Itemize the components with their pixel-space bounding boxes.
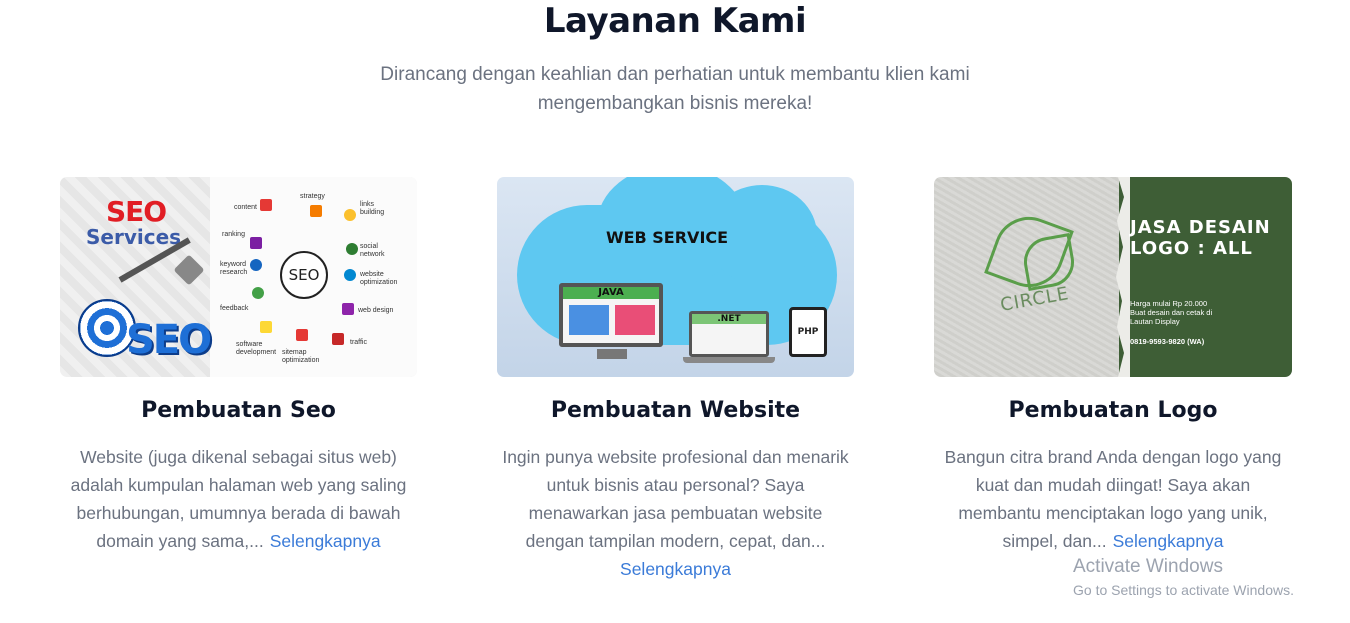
card-description: Bangun citra brand Anda dengan logo yang… [934,443,1292,555]
card-description-text: Ingin punya website profesional dan mena… [502,447,849,551]
seo-node-label: links building [360,201,385,216]
read-more-link[interactable]: Selengkapnya [270,531,381,551]
gear-icon [344,269,356,281]
section-title: Layanan Kami [543,1,807,41]
seo-node-label: traffic [350,339,367,346]
read-more-link[interactable]: Selengkapnya [620,559,731,579]
strategy-icon [310,205,322,217]
web-design-icon [342,303,354,315]
service-card-seo: SEO Services SEO SEO content strategy li… [60,177,417,555]
web-service-image: WEB SERVICE JAVA .NET PHP [497,177,854,377]
logo-phone: 0819-9593-9820 (WA) [1130,337,1205,346]
seo-hub-circle: SEO [280,251,328,299]
sitemap-icon [296,329,308,341]
service-card-website: WEB SERVICE JAVA .NET PHP Pembuatan Webs… [497,177,854,583]
activate-windows-watermark: Activate Windows Go to Settings to activ… [1073,556,1294,602]
seo-node-label: web design [358,307,394,314]
keyword-research-icon [250,259,262,271]
seo-node-label: content [234,204,257,211]
monitor-block [615,305,655,335]
seo-image-subheading: Services [86,225,182,249]
card-title: Pembuatan Logo [1008,398,1218,423]
read-more-link[interactable]: Selengkapnya [1113,531,1224,551]
laptop-icon: .NET [689,311,769,357]
seo-node-label: software development [236,341,277,356]
price-line: Buat desain dan cetak di [1130,308,1213,317]
traffic-icon [332,333,344,345]
web-service-label: WEB SERVICE [605,228,729,247]
card-description: Website (juga dikenal sebagai situs web)… [60,443,417,555]
price-line: Harga mulai Rp 20.000 [1130,299,1208,308]
seo-services-image: SEO Services SEO SEO content strategy li… [60,177,417,377]
content-icon [260,199,272,211]
ranking-icon [250,237,262,249]
logo-price-info: Harga mulai Rp 20.000 Buat desain dan ce… [1130,299,1212,326]
monitor-stand [597,349,627,359]
watermark-subtitle: Go to Settings to activate Windows. [1073,582,1294,598]
seo-node-label: keyword research [220,261,248,276]
monitor-label: JAVA [563,287,659,299]
seo-image-heading: SEO [106,195,167,228]
seo-node-label: sitemap optimization [282,349,320,364]
logo-heading: JASA DESAIN LOGO : ALL [1130,217,1271,259]
card-title: Pembuatan Seo [141,398,336,423]
monitor-icon: JAVA [559,283,663,347]
seo-node-label: ranking [222,231,245,238]
logo-design-image: CIRCLE JASA DESAIN LOGO : ALL Harga mula… [934,177,1292,377]
seo-node-label: feedback [220,305,249,312]
monitor-block [569,305,609,335]
social-network-icon [346,243,358,255]
green-panel [1119,177,1292,377]
seo-node-label: social network [360,243,385,258]
laptop-base [683,357,775,363]
feedback-icon [252,287,264,299]
software-development-icon [260,321,272,333]
card-description: Ingin punya website profesional dan mena… [497,443,854,583]
laptop-label: .NET [692,314,766,324]
seo-node-label: website optimization [360,271,398,286]
price-line: Lautan Display [1130,317,1180,326]
watermark-title: Activate Windows [1073,556,1223,577]
tablet-icon: PHP [789,307,827,357]
service-card-logo: CIRCLE JASA DESAIN LOGO : ALL Harga mula… [934,177,1292,555]
seo-image-big-text: SEO [126,317,212,363]
link-icon [344,209,356,221]
card-title: Pembuatan Website [550,398,801,423]
seo-node-label: strategy [300,193,325,200]
section-subtitle: Dirancang dengan keahlian dan perhatian … [380,64,970,114]
